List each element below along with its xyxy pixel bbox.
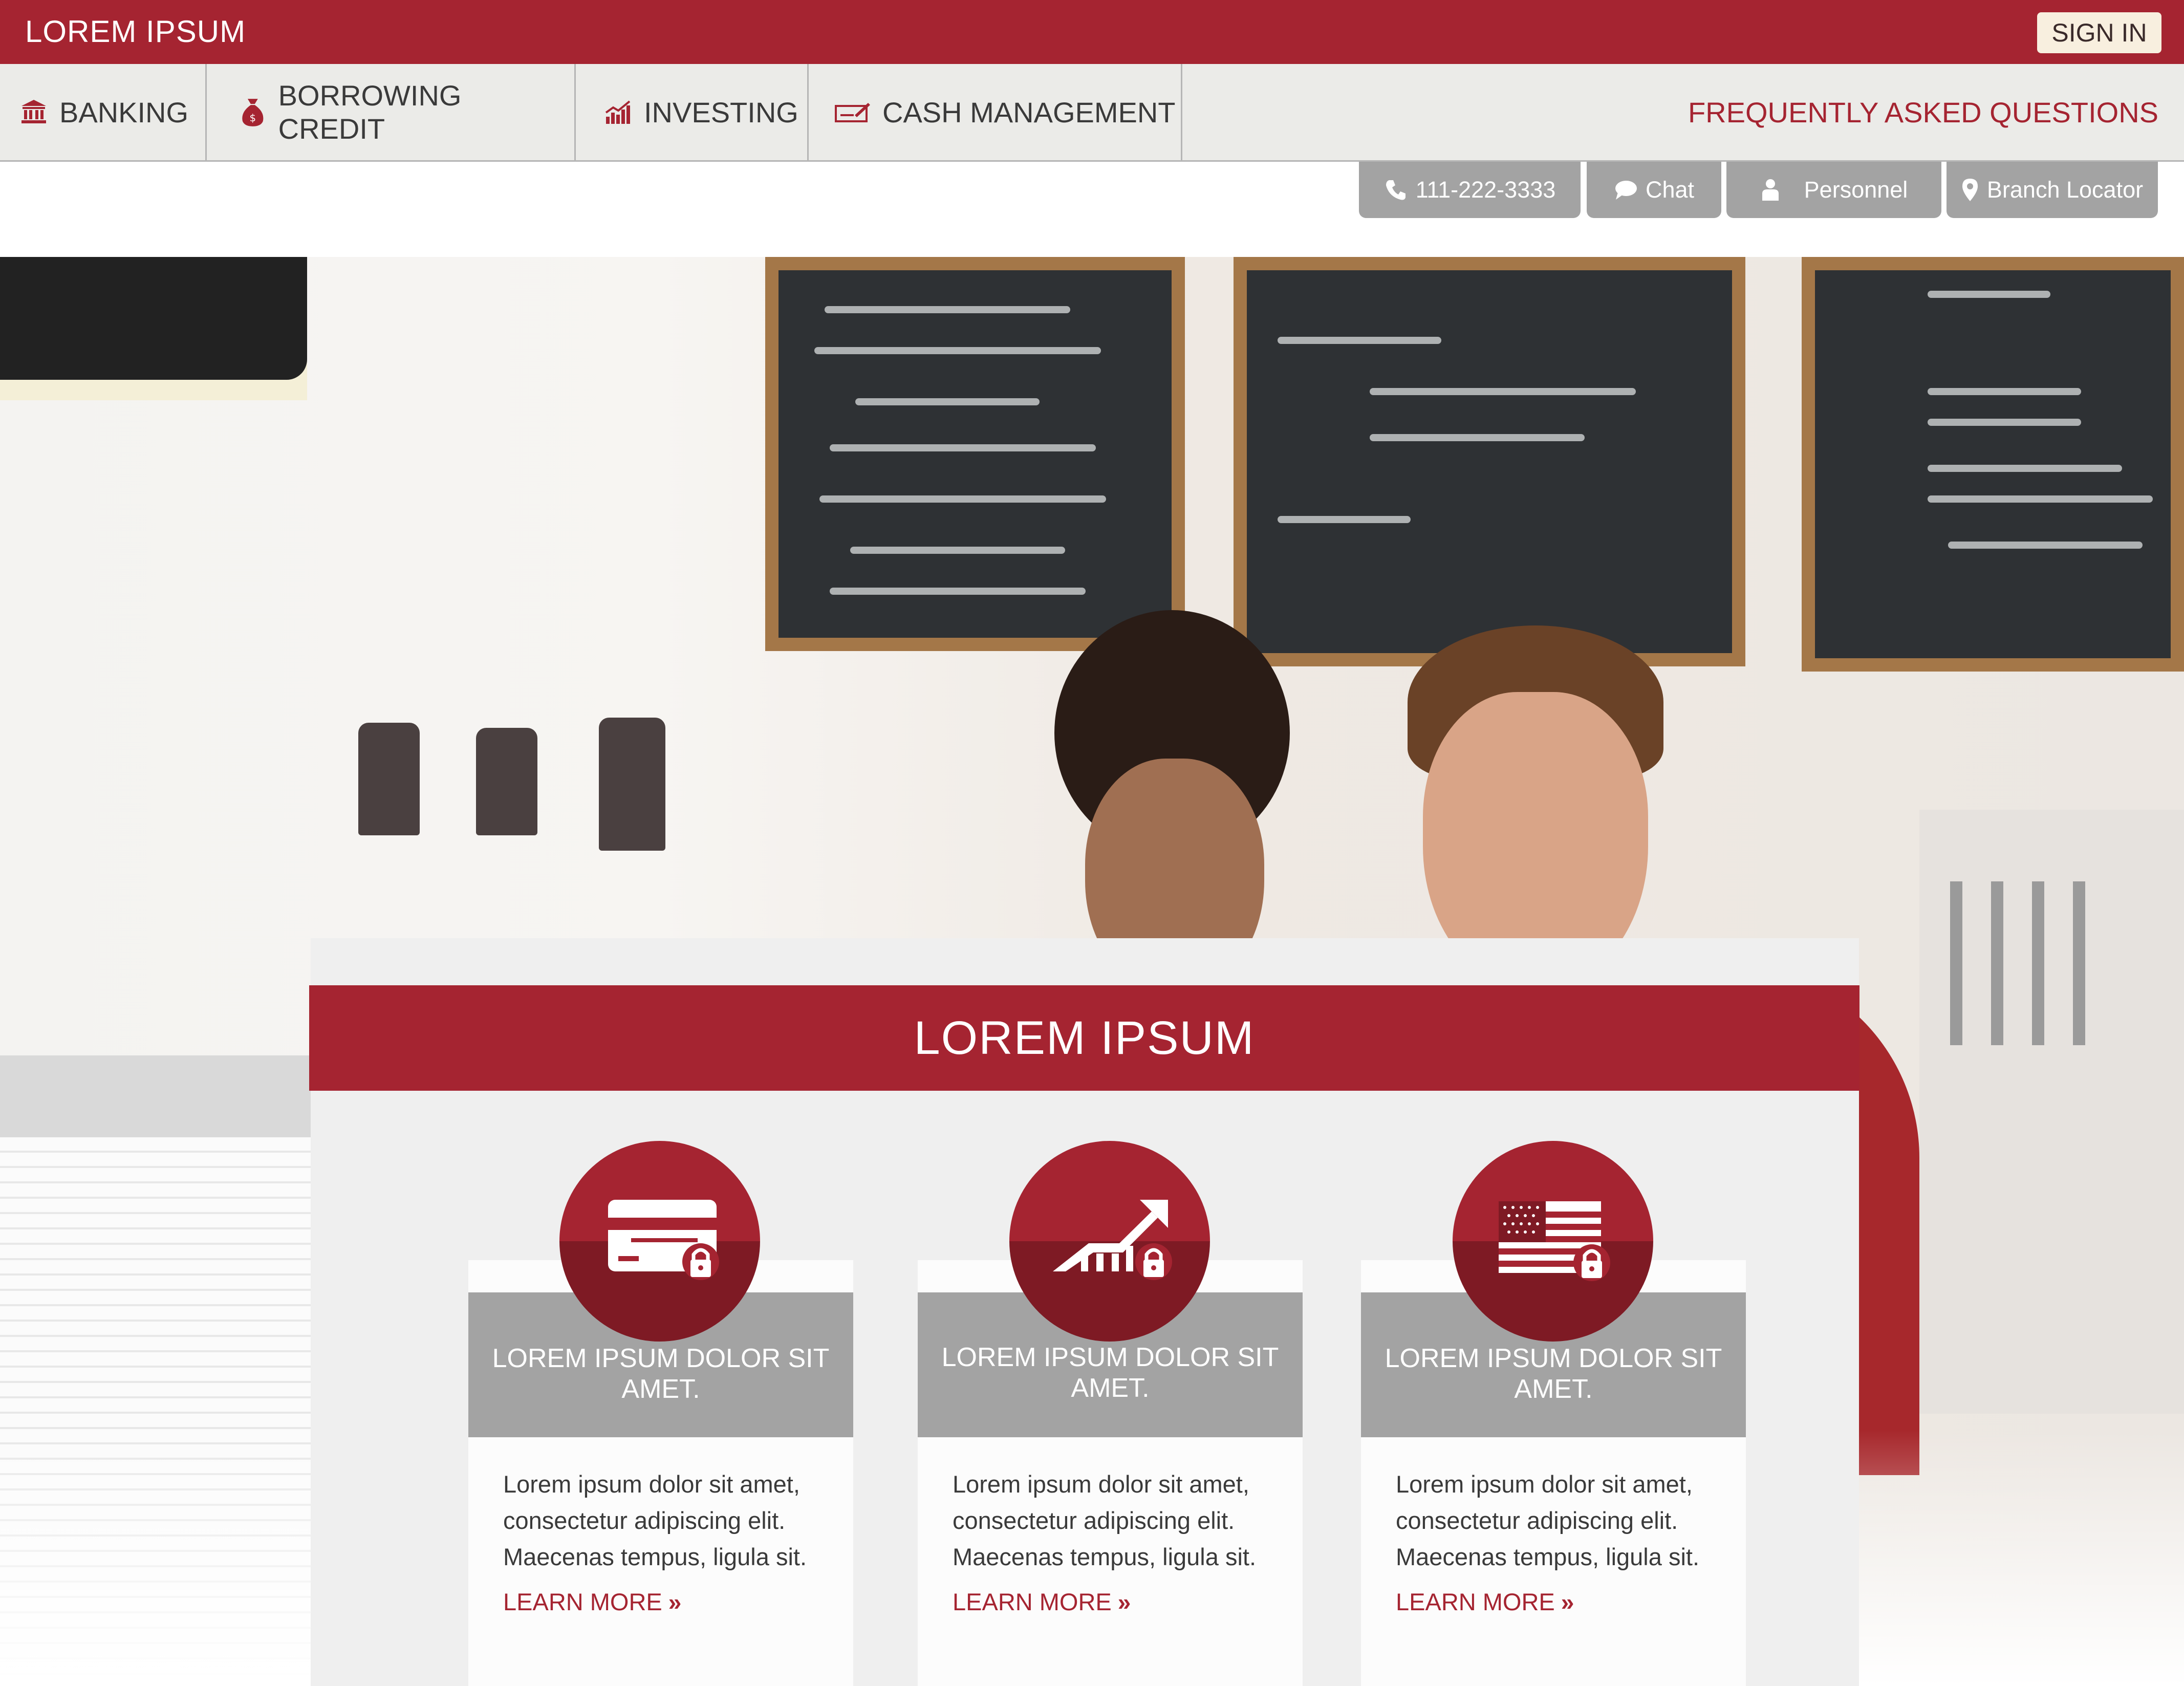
coffee-grinder: [358, 723, 420, 835]
menu-chalkboard: [1234, 257, 1745, 666]
coffee-grinder: [599, 718, 665, 851]
branch-locator-label: Branch Locator: [1986, 177, 2144, 203]
nav-label-banking: BANKING: [59, 96, 189, 128]
card-description: Lorem ipsum dolor sit amet, consectetur …: [503, 1471, 807, 1570]
double-chevron-right-icon: »: [668, 1588, 682, 1615]
chat-tab[interactable]: Chat: [1587, 162, 1721, 218]
person-icon: [1762, 179, 1779, 201]
nav-item-investing[interactable]: INVESTING: [576, 64, 809, 160]
growth-arrow-lock-icon: [1009, 1141, 1210, 1342]
learn-more-link[interactable]: LEARN MORE »: [503, 1588, 681, 1616]
svg-text:$: $: [250, 112, 256, 124]
phone-icon: [1386, 180, 1405, 200]
growth-chart-icon: [605, 100, 631, 124]
menu-chalkboard: [765, 257, 1185, 651]
check-pen-icon: [835, 103, 870, 122]
coffee-grinder: [476, 728, 537, 835]
branch-locator-tab[interactable]: Branch Locator: [1947, 162, 2158, 218]
bank-icon: [21, 100, 46, 123]
map-pin-icon: [1962, 179, 1978, 201]
section-title: LOREM IPSUM: [309, 985, 1859, 1091]
us-flag-lock-icon: [1453, 1141, 1653, 1342]
main-nav: BANKING $ BORROWING CREDIT INVESTING CAS…: [0, 64, 2184, 162]
menu-chalkboard: [1802, 257, 2184, 672]
money-bag-icon: $: [242, 99, 264, 126]
faq-link[interactable]: FREQUENTLY ASKED QUESTIONS: [1688, 64, 2158, 160]
card-description: Lorem ipsum dolor sit amet, consectetur …: [953, 1471, 1257, 1570]
nav-label-cash-management: CASH MANAGEMENT: [882, 96, 1176, 128]
personnel-label: Personnel: [1804, 177, 1908, 203]
sign-in-button[interactable]: SIGN IN: [2037, 12, 2161, 53]
nav-label-investing: INVESTING: [644, 96, 798, 128]
nav-item-banking[interactable]: BANKING: [0, 64, 207, 160]
personnel-tab[interactable]: Personnel: [1726, 162, 1941, 218]
card-title: LOREM IPSUM DOLOR SIT AMET.: [1385, 1344, 1722, 1404]
nav-item-borrowing-credit[interactable]: $ BORROWING CREDIT: [207, 64, 576, 160]
counter: [0, 1055, 317, 1142]
brand-logo-text[interactable]: LOREM IPSUM: [25, 11, 246, 52]
chat-bubble-icon: [1615, 181, 1637, 200]
double-chevron-right-icon: »: [1561, 1588, 1574, 1615]
learn-more-link[interactable]: LEARN MORE »: [1396, 1588, 1574, 1616]
credit-card-lock-icon: [559, 1141, 760, 1342]
phone-tab[interactable]: 111-222-3333: [1359, 162, 1581, 218]
card-title: LOREM IPSUM DOLOR SIT AMET.: [492, 1344, 830, 1404]
card-description: Lorem ipsum dolor sit amet, consectetur …: [1396, 1471, 1700, 1570]
phone-number: 111-222-3333: [1415, 177, 1556, 203]
double-chevron-right-icon: »: [1117, 1588, 1131, 1615]
card-title: LOREM IPSUM DOLOR SIT AMET.: [941, 1343, 1279, 1403]
top-bar: LOREM IPSUM SIGN IN: [0, 0, 2184, 64]
beer-taps: [1919, 810, 2184, 1414]
learn-more-link[interactable]: LEARN MORE »: [953, 1588, 1131, 1616]
nav-label-borrowing-credit: BORROWING CREDIT: [278, 79, 462, 145]
pendant-lamp: [0, 257, 307, 380]
nav-item-cash-management[interactable]: CASH MANAGEMENT: [809, 64, 1182, 160]
chat-label: Chat: [1645, 177, 1695, 203]
